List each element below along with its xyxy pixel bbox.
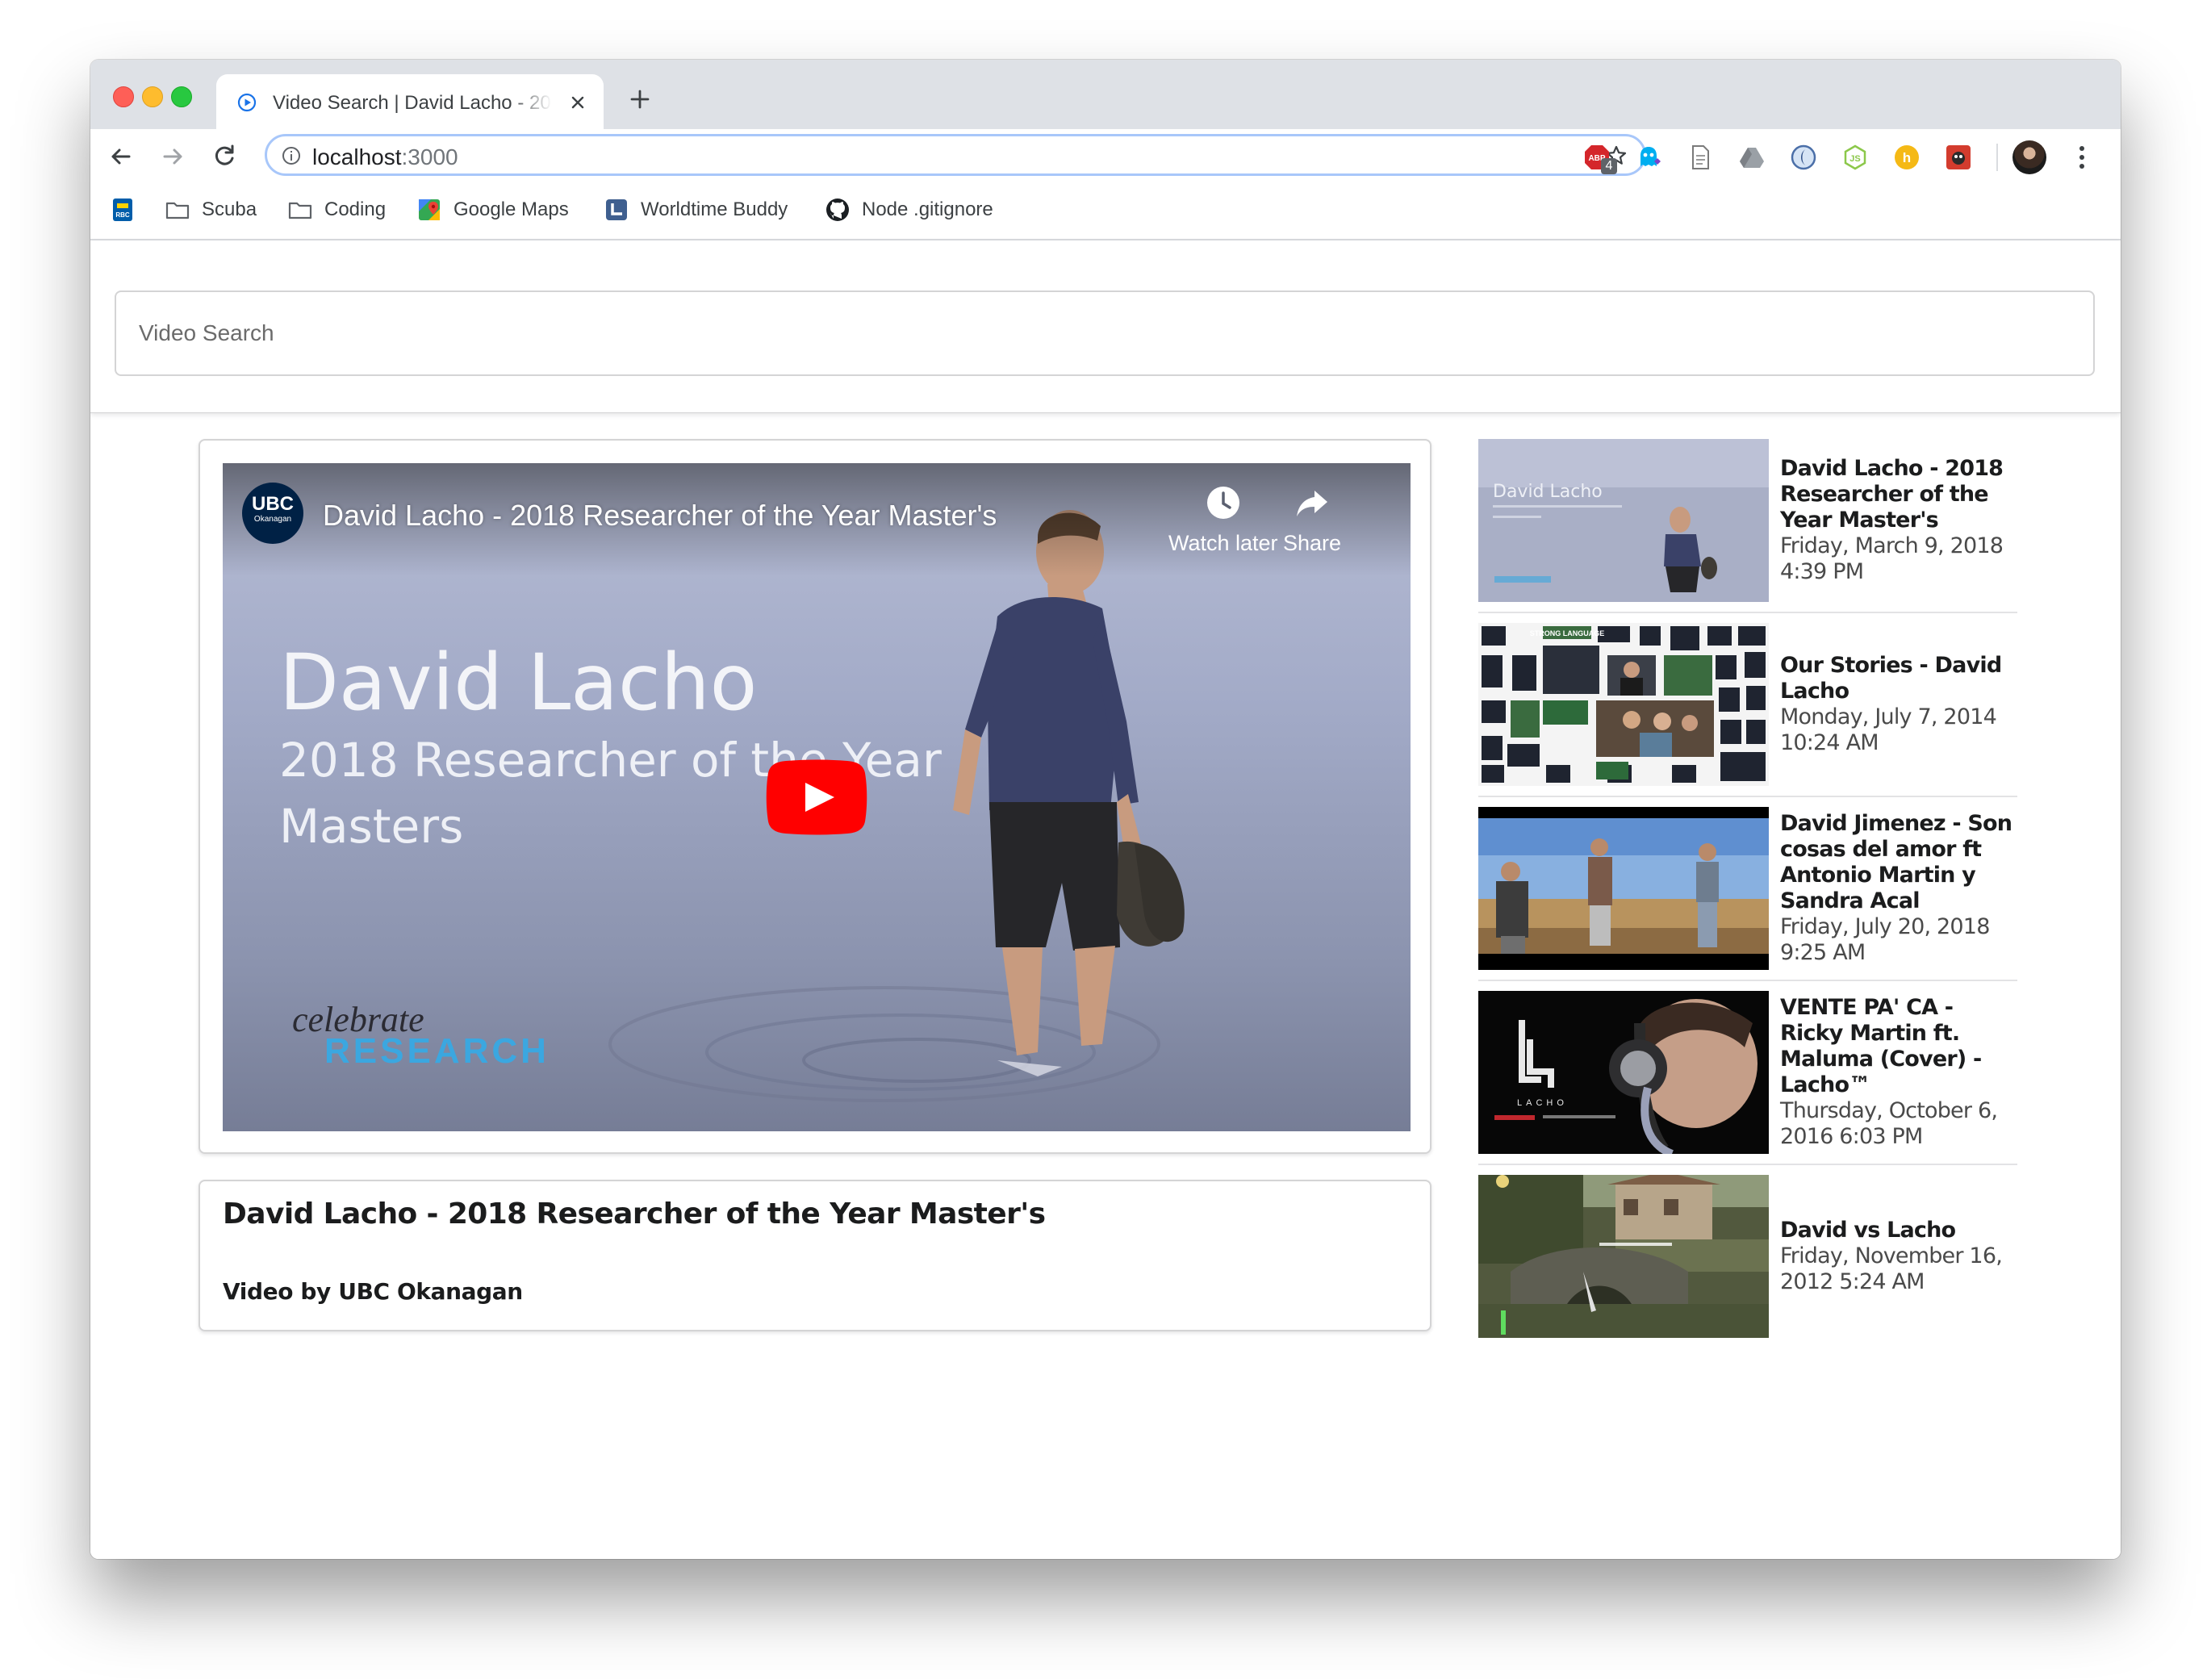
toolbar-divider: [1996, 144, 1998, 171]
bookmarks-bar: RBC Scuba Coding Google Maps Worldtime B…: [90, 186, 2121, 240]
video-meta: VENTE PA' CA - Ricky Martin ft. Maluma (…: [1780, 991, 2017, 1154]
close-tab-icon[interactable]: [568, 93, 587, 112]
video-title: David Lacho - 2018 Researcher of the Yea…: [1780, 456, 2004, 533]
react-favicon-icon: [237, 93, 257, 112]
list-divider: [1478, 980, 2017, 981]
video-meta: Our Stories - David Lacho Monday, July 7…: [1780, 623, 2017, 786]
adblock-badge: 4: [1601, 158, 1617, 174]
rbc-bookmark-icon: RBC: [113, 199, 132, 221]
share-arrow-icon: [1297, 491, 1328, 516]
video-detail-card: David Lacho - 2018 Researcher of the Yea…: [199, 1180, 1432, 1331]
github-icon: [826, 199, 849, 221]
google-maps-icon: [419, 199, 440, 220]
browser-toolbar: localhost:3000 ABP 4 JS h: [90, 129, 2121, 186]
video-title: David Jimenez - Son cosas del amor ft An…: [1780, 811, 2012, 913]
back-arrow-icon[interactable]: [107, 142, 136, 171]
worldtime-buddy-icon: [606, 199, 627, 220]
channel-avatar[interactable]: UBC Okanagan: [242, 483, 303, 544]
address-bar[interactable]: localhost:3000: [265, 134, 1646, 176]
list-divider: [1478, 796, 2017, 797]
adblock-extension-icon[interactable]: ABP 4: [1583, 144, 1617, 174]
search-bar-panel: [90, 240, 2121, 413]
video-thumbnail: [1478, 807, 1769, 970]
browser-window: Video Search | David Lacho - 2018 Resear…: [90, 60, 2121, 1559]
frame-headline-text: David Lacho: [279, 637, 758, 728]
bookmark-scuba[interactable]: Scuba: [165, 195, 257, 224]
player-video-title[interactable]: David Lacho - 2018 Researcher of the Yea…: [323, 499, 997, 533]
drive-extension-icon[interactable]: [1738, 144, 1766, 171]
tab-video-search[interactable]: Video Search | David Lacho - 2018 Resear…: [216, 74, 604, 131]
svg-text:LACHO: LACHO: [1517, 1098, 1568, 1108]
blue-circle-extension-icon[interactable]: [1790, 144, 1817, 171]
maximize-window-button[interactable]: [171, 86, 192, 107]
video-meta: David Lacho - 2018 Researcher of the Yea…: [1780, 439, 2017, 602]
video-thumbnail: LACHO: [1478, 991, 1769, 1154]
video-date: Friday, November 16, 2012 5:24 AM: [1780, 1243, 2003, 1294]
video-player-card: David Lacho 2018 Researcher of the Year …: [199, 439, 1432, 1154]
svg-text:David Lacho: David Lacho: [1493, 482, 1603, 502]
list-item-video-4[interactable]: LACHO VENTE PA' CA - Ricky Martin ft. Ma…: [1478, 991, 2017, 1175]
video-meta: David vs Lacho Friday, November 16, 2012…: [1780, 1175, 2017, 1338]
list-item-video-5[interactable]: David vs Lacho Friday, November 16, 2012…: [1478, 1175, 2017, 1359]
video-meta: David Jimenez - Son cosas del amor ft An…: [1780, 807, 2017, 970]
bookmark-google-maps[interactable]: Google Maps: [416, 195, 569, 224]
video-title: VENTE PA' CA - Ricky Martin ft. Maluma (…: [1780, 995, 1982, 1097]
frame-subtitle-text-2: Masters: [279, 799, 464, 854]
svg-text:RBC: RBC: [115, 211, 130, 219]
list-item-video-2[interactable]: STRONG LANGUAGE Our Stories - David Lach…: [1478, 623, 2017, 807]
close-window-button[interactable]: [113, 86, 134, 107]
folder-icon: [165, 202, 190, 219]
video-date: Monday, July 7, 2014 10:24 AM: [1780, 704, 1997, 755]
youtube-play-button[interactable]: [762, 759, 871, 836]
svg-text:STRONG LANGUAGE: STRONG LANGUAGE: [1530, 629, 1605, 637]
new-tab-icon[interactable]: [628, 87, 652, 111]
minimize-window-button[interactable]: [142, 86, 163, 107]
video-detail-channel: Video by UBC Okanagan: [223, 1278, 523, 1305]
video-title: David vs Lacho: [1780, 1218, 1956, 1243]
video-date: Friday, March 9, 2018 4:39 PM: [1780, 533, 2004, 584]
video-thumbnail: [1478, 1175, 1769, 1338]
list-divider: [1478, 612, 2017, 613]
video-date: Friday, July 20, 2018 9:25 AM: [1780, 914, 1990, 965]
clock-icon: [1206, 487, 1239, 519]
bug-extension-icon[interactable]: [1945, 144, 1972, 171]
bookmark-rbc[interactable]: RBC: [110, 195, 147, 224]
tab-title: Video Search | David Lacho - 2018 Resear…: [273, 92, 552, 114]
share-button[interactable]: Share: [1283, 484, 1341, 556]
svg-text:JS: JS: [1849, 154, 1860, 164]
ghostery-extension-icon[interactable]: [1635, 144, 1662, 171]
browser-menu-icon[interactable]: [2077, 144, 2087, 171]
page-content: David Lacho 2018 Researcher of the Year …: [90, 240, 2121, 1559]
list-item-video-3[interactable]: David Jimenez - Son cosas del amor ft An…: [1478, 807, 2017, 991]
nodejs-extension-icon[interactable]: JS: [1841, 144, 1869, 171]
site-info-icon[interactable]: [282, 146, 301, 165]
youtube-embed-player[interactable]: David Lacho 2018 Researcher of the Year …: [223, 463, 1411, 1131]
url-text: localhost:3000: [312, 144, 458, 169]
video-date: Thursday, October 6, 2016 6:03 PM: [1780, 1098, 1998, 1149]
svg-text:h: h: [1903, 150, 1911, 165]
video-detail-title: David Lacho - 2018 Researcher of the Yea…: [223, 1197, 1046, 1231]
reload-icon[interactable]: [210, 142, 239, 171]
bookmark-node-gitignore[interactable]: Node .gitignore: [825, 195, 993, 224]
folder-icon: [288, 202, 312, 219]
bookmark-coding[interactable]: Coding: [287, 195, 386, 224]
video-title: Our Stories - David Lacho: [1780, 653, 2002, 704]
tab-strip: Video Search | David Lacho - 2018 Resear…: [90, 60, 2121, 131]
frame-brand-text-2: RESEARCH: [324, 1031, 550, 1071]
video-search-input[interactable]: [115, 290, 2095, 376]
video-thumbnail: David Lacho: [1478, 439, 1769, 602]
honey-extension-icon[interactable]: h: [1893, 144, 1921, 171]
list-item-video-1[interactable]: David Lacho David Lacho - 2018 Researche…: [1478, 439, 2017, 623]
profile-avatar[interactable]: [2012, 140, 2046, 174]
video-thumbnail: STRONG LANGUAGE: [1478, 623, 1769, 786]
watch-later-button[interactable]: Watch later: [1168, 484, 1278, 556]
list-divider: [1478, 1164, 2017, 1165]
forward-arrow-icon[interactable]: [158, 142, 187, 171]
document-extension-icon[interactable]: [1686, 144, 1714, 171]
bookmark-worldtime-buddy[interactable]: Worldtime Buddy: [604, 195, 788, 224]
